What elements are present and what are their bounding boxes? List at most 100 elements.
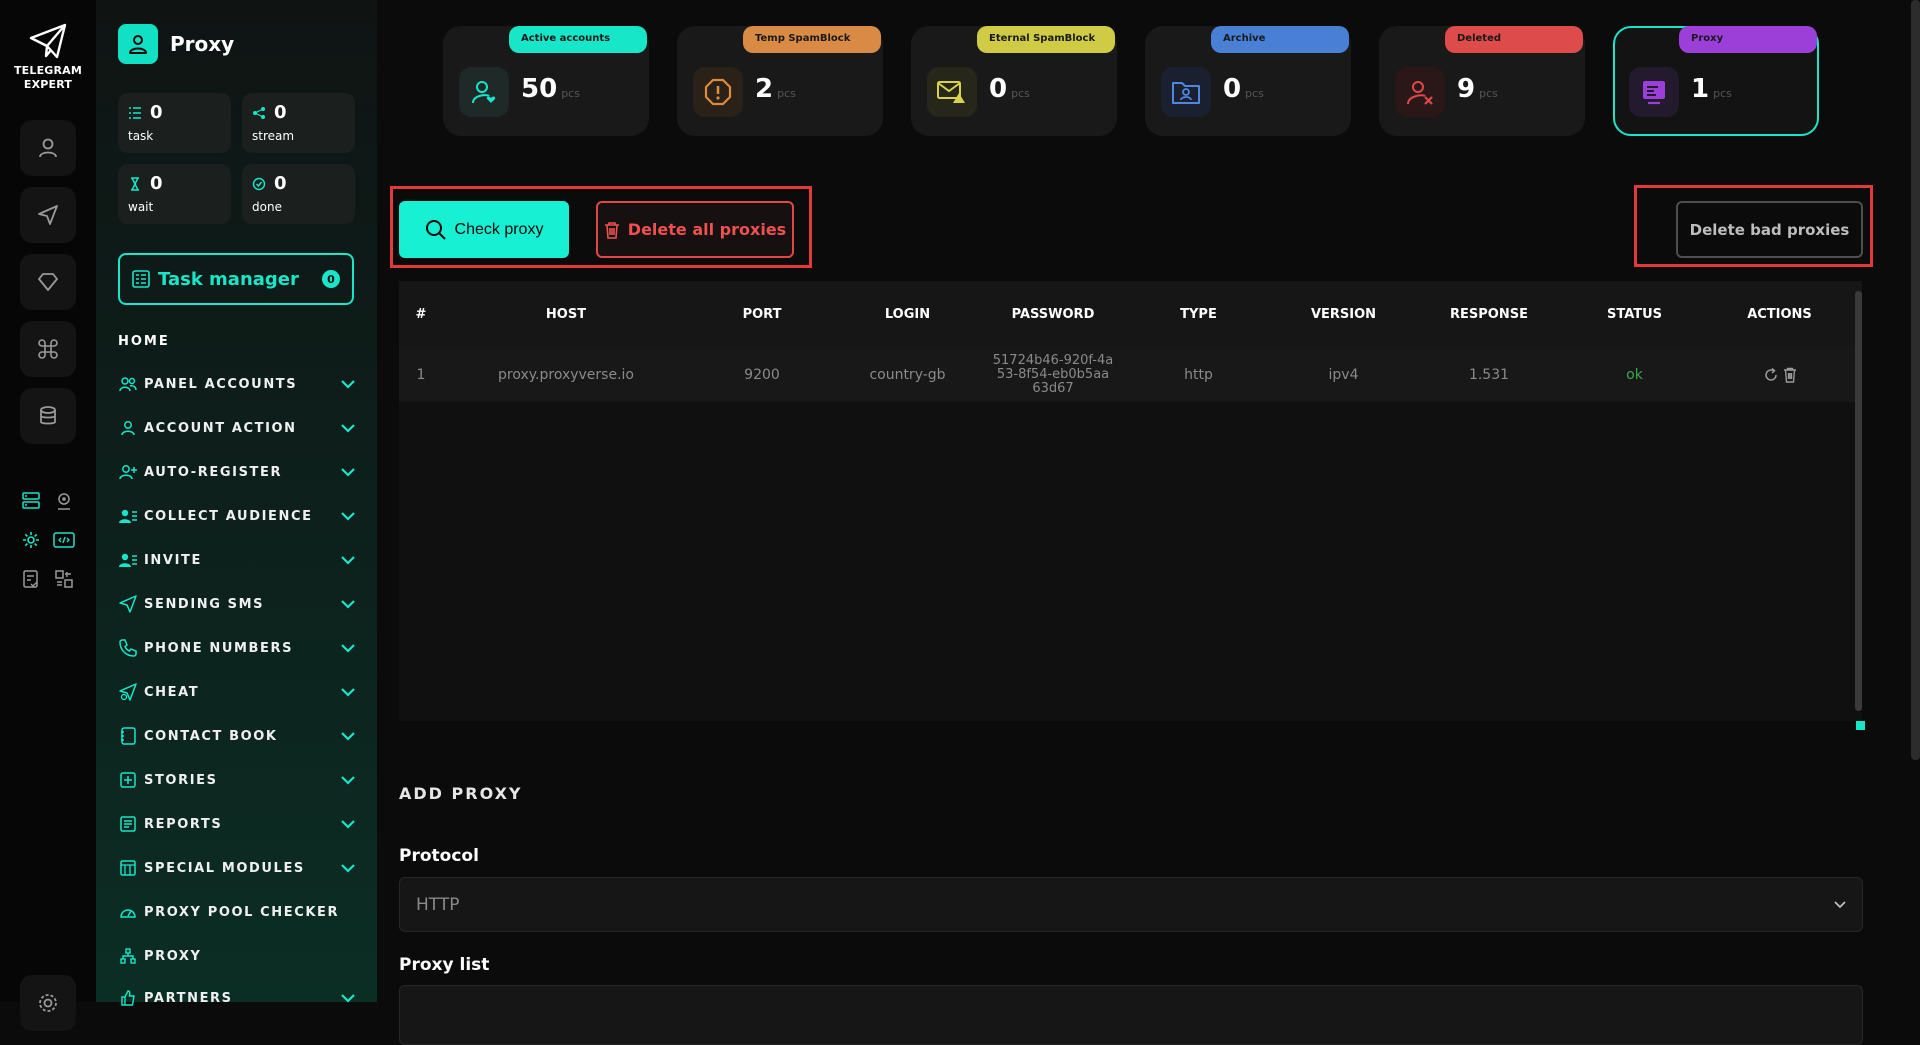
nav-item-special-modules[interactable]: SPECIAL MODULES bbox=[118, 855, 356, 881]
nav-item-partners[interactable]: PARTNERS bbox=[118, 985, 356, 1011]
check-proxy-button[interactable]: Check proxy bbox=[399, 201, 569, 258]
task-manager-button[interactable]: Task manager 0 bbox=[118, 253, 354, 305]
stat-wait-label: wait bbox=[128, 200, 154, 214]
nav-item-label: PROXY bbox=[144, 948, 202, 964]
cell-password: 51724b46-920f-4a 53-8f54-eb0b5aa 63d67 bbox=[980, 353, 1126, 396]
protocol-select-value: HTTP bbox=[416, 894, 460, 915]
brand-name-line2: EXPERT bbox=[23, 78, 73, 91]
book-icon bbox=[118, 726, 138, 746]
page-header: Proxy bbox=[118, 24, 234, 64]
chevron-down-icon bbox=[340, 640, 356, 656]
network-icon bbox=[118, 946, 138, 966]
delete-bad-proxies-button[interactable]: Delete bad proxies bbox=[1676, 201, 1863, 258]
gauge-icon bbox=[118, 902, 138, 922]
delete-all-proxies-label: Delete all proxies bbox=[627, 220, 787, 239]
server-settings-icon[interactable] bbox=[20, 490, 42, 512]
cell-version: ipv4 bbox=[1328, 366, 1359, 383]
user-icon bbox=[118, 418, 138, 438]
nav-item-auto-register[interactable]: AUTO-REGISTER bbox=[118, 459, 356, 485]
nav-item-panel-accounts[interactable]: PANEL ACCOUNTS bbox=[118, 371, 356, 397]
nav-item-sending-sms[interactable]: SENDING SMS bbox=[118, 591, 356, 617]
cell-type: http bbox=[1184, 366, 1213, 383]
chevron-down-icon bbox=[340, 376, 356, 392]
cell-host: proxy.proxyverse.io bbox=[497, 366, 634, 383]
category-value: 50 pcs bbox=[521, 74, 580, 104]
page-scrollbar-thumb[interactable] bbox=[1911, 0, 1920, 760]
nav-item-invite[interactable]: INVITE bbox=[118, 547, 356, 573]
user-heart-icon bbox=[459, 67, 509, 117]
nav-item-collect-audience[interactable]: COLLECT AUDIENCE bbox=[118, 503, 356, 529]
refresh-icon[interactable] bbox=[1763, 367, 1779, 383]
nav-sidebar: Proxy 0 task 0 stream 0 wait 0 done Task… bbox=[96, 0, 377, 1006]
chevron-down-icon bbox=[340, 816, 356, 832]
category-count: 9 bbox=[1457, 74, 1476, 104]
nav-item-account-action[interactable]: ACCOUNT ACTION bbox=[118, 415, 356, 441]
user-list-icon bbox=[118, 550, 138, 570]
nav-item-stories[interactable]: STORIES bbox=[118, 767, 356, 793]
protocol-select[interactable]: HTTP bbox=[399, 877, 1863, 932]
table-icon bbox=[118, 858, 138, 878]
nav-item-label: ACCOUNT ACTION bbox=[144, 420, 297, 436]
delete-all-proxies-button[interactable]: Delete all proxies bbox=[596, 201, 794, 258]
proxy-list-input[interactable] bbox=[399, 985, 1863, 1045]
plus-square-icon bbox=[118, 770, 138, 790]
trash-icon[interactable] bbox=[1783, 367, 1797, 383]
table-scrollbar-thumb[interactable] bbox=[1855, 291, 1862, 711]
folder-user-icon bbox=[1161, 67, 1211, 117]
cell-status: ok bbox=[1626, 366, 1643, 383]
nav-item-proxy[interactable]: PROXY bbox=[118, 943, 356, 969]
gear-icon[interactable] bbox=[20, 529, 42, 551]
rail-premium-button[interactable] bbox=[20, 254, 76, 310]
nav-item-label: SENDING SMS bbox=[144, 596, 265, 612]
column-header: ACTIONS bbox=[1747, 306, 1812, 322]
proxy-table: # HOST PORT LOGIN PASSWORD TYPE VERSION … bbox=[399, 281, 1862, 721]
column-header: STATUS bbox=[1606, 306, 1663, 322]
rail-command-button[interactable] bbox=[20, 321, 76, 377]
brand-name-line1: TELEGRAM bbox=[13, 64, 83, 77]
column-header: TYPE bbox=[1180, 306, 1217, 322]
warning-circle-icon bbox=[693, 67, 743, 117]
category-card-archive[interactable]: Archive 0 pcs bbox=[1145, 26, 1351, 136]
stat-wait: 0 wait bbox=[118, 164, 231, 224]
nav-item-proxy-pool-checker[interactable]: PROXY POOL CHECKER bbox=[118, 899, 356, 925]
diamond-icon bbox=[38, 273, 58, 291]
nav-item-label: CONTACT BOOK bbox=[144, 728, 278, 744]
nav-item-phone-numbers[interactable]: PHONE NUMBERS bbox=[118, 635, 356, 661]
add-proxy-title: ADD PROXY bbox=[399, 784, 523, 803]
password-line: 53-8f54-eb0b5aa bbox=[996, 366, 1110, 382]
user-list-icon bbox=[118, 506, 138, 526]
thumb-icon bbox=[118, 988, 138, 1008]
category-label: Deleted bbox=[1445, 26, 1583, 53]
nav-item-reports[interactable]: REPORTS bbox=[118, 811, 356, 837]
checklist-icon[interactable] bbox=[20, 568, 42, 590]
category-card-proxy[interactable]: Proxy 1 pcs bbox=[1613, 26, 1819, 136]
phone-icon bbox=[118, 638, 138, 658]
settings-icon bbox=[39, 994, 57, 1012]
category-card-active-accounts[interactable]: Active accounts 50 pcs bbox=[443, 26, 649, 136]
rail-profile-button[interactable] bbox=[20, 120, 76, 176]
task-manager-count-badge: 0 bbox=[322, 270, 340, 288]
users-icon bbox=[118, 374, 138, 394]
modules-icon[interactable] bbox=[53, 568, 75, 590]
rail-send-button[interactable] bbox=[20, 187, 76, 243]
code-window-icon[interactable] bbox=[53, 529, 75, 551]
trash-icon bbox=[604, 221, 619, 239]
stat-stream: 0 stream bbox=[242, 93, 355, 153]
rail-settings-button[interactable] bbox=[20, 975, 76, 1031]
category-unit: pcs bbox=[1713, 87, 1732, 100]
user-icon bbox=[39, 138, 57, 158]
category-count: 1 bbox=[1691, 74, 1710, 104]
category-card-temp-spamblock[interactable]: Temp SpamBlock 2 pcs bbox=[677, 26, 883, 136]
chevron-down-icon bbox=[340, 860, 356, 876]
category-card-eternal-spamblock[interactable]: Eternal SpamBlock 0 pcs bbox=[911, 26, 1117, 136]
nav-item-cheat[interactable]: CHEAT bbox=[118, 679, 356, 705]
database-icon bbox=[40, 406, 56, 425]
table-resize-handle[interactable] bbox=[1856, 721, 1865, 730]
category-card-deleted[interactable]: Deleted 9 pcs bbox=[1379, 26, 1585, 136]
nav-item-contact-book[interactable]: CONTACT BOOK bbox=[118, 723, 356, 749]
nav-item-label: AUTO-REGISTER bbox=[144, 464, 283, 480]
cell-number: 1 bbox=[416, 366, 426, 383]
location-user-icon[interactable] bbox=[53, 490, 75, 512]
nav-home-link[interactable]: HOME bbox=[118, 334, 170, 349]
rail-database-button[interactable] bbox=[20, 388, 76, 444]
